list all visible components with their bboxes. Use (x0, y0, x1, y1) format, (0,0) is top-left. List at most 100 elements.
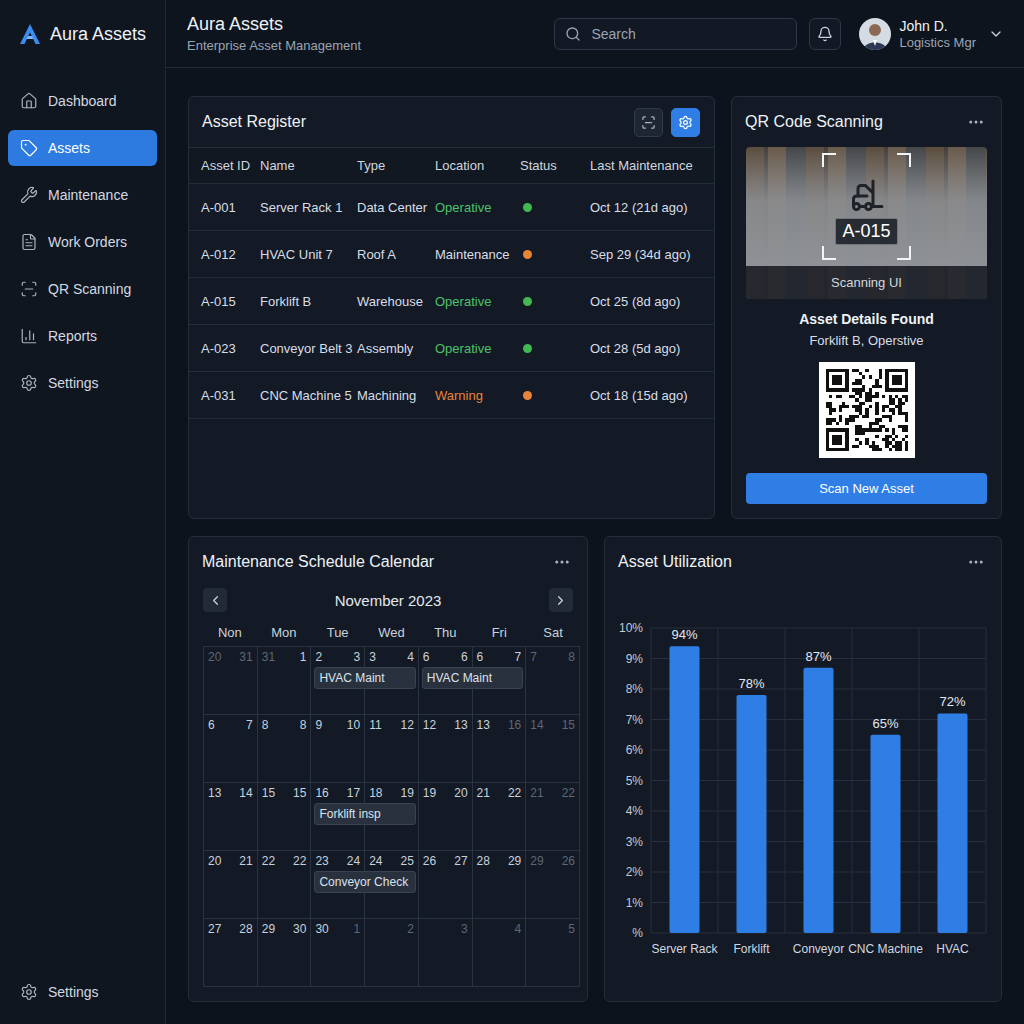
chevron-down-icon (988, 26, 1004, 42)
day-number: 22 (508, 786, 521, 800)
scan-new-asset-button[interactable]: Scan New Asset (746, 473, 987, 504)
weekday: Tue (311, 625, 365, 640)
table-row[interactable]: A-015Forklift BWarehouseOperativeOct 25 … (189, 278, 714, 325)
search-input[interactable] (589, 25, 786, 43)
calendar-event[interactable]: Forklift insp (314, 803, 415, 825)
brand[interactable]: Aura Assets (8, 0, 157, 68)
chevron-right-icon (553, 593, 568, 608)
scan-corner (897, 153, 911, 167)
chart-bar[interactable] (804, 668, 834, 933)
cell-location: Warning (435, 388, 520, 403)
calendar-day[interactable]: 1515 (258, 783, 312, 851)
calendar-day[interactable]: 1314 (204, 783, 258, 851)
prev-month-button[interactable] (203, 588, 227, 612)
toolbar-button[interactable] (634, 108, 663, 137)
column-header[interactable]: Status (520, 158, 590, 173)
calendar-day[interactable]: 2728 (204, 919, 258, 987)
column-header[interactable]: Type (357, 158, 435, 173)
calendar-day[interactable]: 5 (526, 919, 580, 987)
sidebar-item[interactable]: QR Scanning (8, 271, 157, 307)
panel-title: Asset Utilization (618, 553, 732, 571)
calendar-day[interactable]: 2829 (473, 851, 527, 919)
column-header[interactable]: Name (260, 158, 357, 173)
calendar-day[interactable]: 2926 (526, 851, 580, 919)
day-number: 4 (515, 922, 522, 936)
calendar-day[interactable]: 2930 (258, 919, 312, 987)
grid-line (651, 628, 986, 629)
table-row[interactable]: A-031CNC Machine 5MachiningWarningOct 18… (189, 372, 714, 419)
y-tick: 9% (626, 652, 644, 666)
column-header[interactable]: Asset ID (201, 158, 260, 173)
sidebar-item[interactable]: Reports (8, 318, 157, 354)
calendar-day[interactable]: 88 (258, 715, 312, 783)
calendar-event[interactable]: HVAC Maint (422, 667, 523, 689)
user-menu[interactable]: John D.Logistics Mgr (859, 18, 1004, 50)
column-header[interactable]: Location (435, 158, 520, 173)
calendar-day[interactable]: 301 (311, 919, 365, 987)
calendar-day[interactable]: 1920 (419, 783, 473, 851)
sidebar-item[interactable]: Work Orders (8, 224, 157, 260)
top-bar: Aura AssetsEnterprise Asset ManagementJo… (166, 0, 1024, 68)
next-month-button[interactable] (549, 588, 573, 612)
calendar-day[interactable]: 2627 (419, 851, 473, 919)
grid-line (852, 628, 853, 933)
calendar-day[interactable]: 2122 (526, 783, 580, 851)
day-number: 8 (300, 718, 307, 732)
calendar-day[interactable]: 2021 (204, 851, 258, 919)
more-button[interactable] (551, 551, 573, 573)
sidebar-item[interactable]: Maintenance (8, 177, 157, 213)
calendar-event[interactable]: Conveyor Check (314, 871, 415, 893)
toolbar-button[interactable] (671, 108, 700, 137)
calendar-day[interactable]: 311 (258, 647, 312, 715)
ellipsis-icon (967, 113, 985, 131)
calendar-day[interactable]: 67 (204, 715, 258, 783)
table-row[interactable]: A-023Conveyor Belt 3AssemblyOperativeOct… (189, 325, 714, 372)
more-button[interactable] (965, 551, 987, 573)
chart-bar[interactable] (670, 646, 700, 933)
notifications-button[interactable] (809, 18, 841, 50)
calendar-day[interactable]: 1213 (419, 715, 473, 783)
sidebar-item[interactable]: Assets (8, 130, 157, 166)
camera-caption: Scanning UI (746, 266, 987, 299)
qr-code (819, 362, 915, 458)
calendar-day[interactable]: 2 (365, 919, 419, 987)
gear-icon (20, 983, 38, 1001)
y-tick: 2% (626, 865, 644, 879)
sidebar: Aura Assets Dashboard Assets Maintenance Wor… (0, 0, 166, 1024)
calendar-day[interactable]: 1112 (365, 715, 419, 783)
calendar-grid: 20313112334666778HVAC MaintHVAC Maint678… (203, 646, 580, 987)
chart-bar[interactable] (737, 695, 767, 933)
calendar-panel: Maintenance Schedule CalendarNovember 20… (188, 536, 588, 1002)
day-number: 10 (347, 718, 360, 732)
sidebar-item[interactable]: Settings (8, 365, 157, 401)
calendar-day[interactable]: 2031 (204, 647, 258, 715)
calendar-day[interactable]: 4 (473, 919, 527, 987)
calendar-day[interactable]: 1316 (473, 715, 527, 783)
more-button[interactable] (965, 111, 987, 133)
table-row[interactable]: A-001Server Rack 1Data CenterOperativeOc… (189, 184, 714, 231)
calendar-day[interactable]: 3 (419, 919, 473, 987)
table-row[interactable]: A-012HVAC Unit 7Roof AMaintenanceSep 29 … (189, 231, 714, 278)
grid-line (785, 628, 786, 933)
bell-icon (817, 26, 833, 42)
chart-bar[interactable] (871, 735, 901, 933)
day-number: 8 (262, 718, 269, 732)
app-shell: Aura Assets Dashboard Assets Maintenance Wor… (0, 0, 1024, 1024)
calendar-event[interactable]: HVAC Maint (314, 667, 415, 689)
chart-bar[interactable] (938, 713, 968, 933)
sidebar-footer-item[interactable]: Settings (8, 974, 157, 1010)
calendar-day[interactable]: 2122 (473, 783, 527, 851)
calendar-day[interactable]: 1415 (526, 715, 580, 783)
calendar-day[interactable]: 910 (311, 715, 365, 783)
search-box[interactable] (554, 18, 797, 50)
x-label: Forklift (734, 942, 771, 956)
sidebar-item[interactable]: Dashboard (8, 83, 157, 119)
column-header[interactable]: Last Maintenance (590, 158, 714, 173)
x-label: Conveyor (793, 942, 844, 956)
gear-icon (678, 115, 693, 130)
calendar-day[interactable]: 78 (526, 647, 580, 715)
utilization-chart: 10%9%8%7%6%5%4%3%2%1%%94%Server Rack78%F… (605, 587, 1001, 1001)
calendar-day[interactable]: 2222 (258, 851, 312, 919)
asset-register-panel: Asset RegisterAsset IDNameTypeLocationSt… (188, 96, 715, 519)
cell-last-maintenance: Oct 12 (21d ago) (590, 200, 714, 215)
